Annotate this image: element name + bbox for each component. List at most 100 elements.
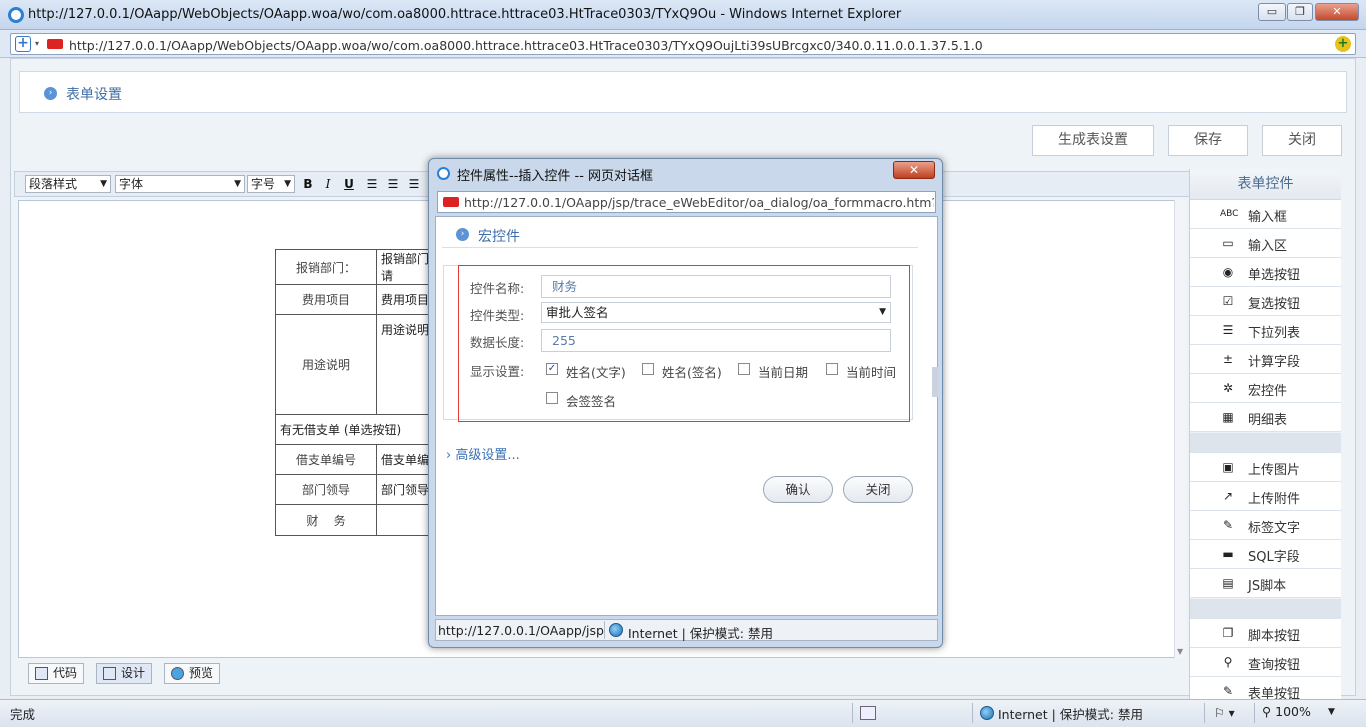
control-item[interactable]: ▬ SQL字段 <box>1190 540 1341 569</box>
site-icon <box>47 39 63 49</box>
control-item[interactable]: ↗ 上传附件 <box>1190 482 1341 511</box>
ie-logo-icon <box>8 7 24 23</box>
save-button[interactable]: 保存 <box>1168 125 1248 156</box>
dialog-section-header: › 宏控件 <box>442 222 918 248</box>
confirm-button[interactable]: 确认 <box>763 476 833 503</box>
generate-table-button[interactable]: 生成表设置 <box>1032 125 1154 156</box>
dialog-scrollbar[interactable] <box>932 367 938 397</box>
control-label: JS脚本 <box>1248 579 1287 594</box>
length-input[interactable]: 255 <box>541 329 891 352</box>
display-checkbox-label: 会签签名 <box>566 394 617 409</box>
display-checkbox[interactable] <box>826 363 838 375</box>
section-title: 表单设置 <box>66 87 122 103</box>
close-window-button[interactable]: ✕ <box>1315 3 1359 21</box>
control-icon: ❐ <box>1222 626 1234 640</box>
editor-scrollbar[interactable]: ▼ <box>1174 200 1186 658</box>
control-item[interactable]: ☑ 复选按钮 <box>1190 287 1341 316</box>
finance-label: 财 务 <box>275 504 377 536</box>
font-select[interactable]: 字体 ▼ <box>115 175 245 193</box>
control-icon: ☰ <box>1222 323 1234 337</box>
chevron-down-icon[interactable]: ▾ <box>35 39 39 48</box>
close-button[interactable]: 关闭 <box>1262 125 1342 156</box>
cost-item-label: 费用项目 <box>275 284 377 315</box>
control-label: SQL字段 <box>1248 550 1300 565</box>
leader-label: 部门领导 <box>275 474 377 505</box>
control-item[interactable]: ☰ 下拉列表 <box>1190 316 1341 345</box>
control-item[interactable]: ABC 输入框 <box>1190 200 1341 229</box>
editor-mode-tabs: 代码 设计 预览 <box>14 660 1190 686</box>
control-label: 单选按钮 <box>1248 268 1301 283</box>
dialog-close-button[interactable]: ✕ <box>893 161 935 179</box>
control-properties-dialog: 控件属性--插入控件 -- 网页对话框 ✕ http://127.0.0.1/O… <box>428 158 943 648</box>
control-label: 明细表 <box>1248 413 1288 428</box>
length-label: 数据长度: <box>470 335 525 350</box>
dialog-status-bar: http://127.0.0.1/OAapp/jsp/t Internet | … <box>435 619 938 641</box>
control-icon: ↗ <box>1222 489 1234 503</box>
control-icon: ▭ <box>1222 236 1234 250</box>
type-select[interactable]: 审批人签名 ▼ <box>541 302 891 323</box>
italic-button[interactable]: I <box>319 175 337 193</box>
chevron-down-icon[interactable]: ▼ <box>1177 647 1183 656</box>
address-url[interactable]: http://127.0.0.1/OAapp/WebObjects/OAapp.… <box>69 38 983 53</box>
globe-icon <box>171 667 184 680</box>
align-right-icon[interactable]: ☰ <box>405 175 423 193</box>
control-label: 标签文字 <box>1248 521 1301 536</box>
chevron-down-icon[interactable]: ▼ <box>1328 707 1335 717</box>
divider <box>1254 703 1255 723</box>
control-icon: ⚲ <box>1223 655 1233 669</box>
name-input[interactable]: 财务 <box>541 275 891 298</box>
advanced-settings-link[interactable]: › 高级设置... <box>446 444 520 463</box>
maximize-button[interactable]: ❐ <box>1287 3 1313 21</box>
address-field[interactable]: + ▾ http://127.0.0.1/OAapp/WebObjects/OA… <box>10 33 1356 55</box>
tab-code[interactable]: 代码 <box>28 663 85 684</box>
status-bar: 完成 Internet | 保护模式: 禁用 ⚐ ▾ ⚲ 100% ▼ <box>0 699 1366 727</box>
display-checkbox[interactable] <box>546 392 558 404</box>
ie-logo-icon <box>437 167 450 180</box>
control-icon: ± <box>1222 352 1234 366</box>
tab-preview[interactable]: 预览 <box>164 663 221 684</box>
protected-mode-icon[interactable]: ⚐ ▾ <box>1214 706 1235 720</box>
underline-button[interactable]: U <box>340 175 358 193</box>
site-icon <box>443 197 459 207</box>
control-icon: ☑ <box>1222 294 1234 308</box>
control-item[interactable]: ▦ 明细表 <box>1190 403 1341 432</box>
control-label: 下拉列表 <box>1248 326 1301 341</box>
divider <box>604 621 605 639</box>
display-label: 显示设置: <box>470 364 525 379</box>
display-checkbox[interactable] <box>738 363 750 375</box>
align-center-icon[interactable]: ☰ <box>384 175 402 193</box>
control-item[interactable]: ▣ 上传图片 <box>1190 453 1341 482</box>
tab-design[interactable]: 设计 <box>96 663 153 684</box>
dialog-section-title: 宏控件 <box>478 229 520 245</box>
display-checkbox-label: 姓名(文字) <box>566 365 626 380</box>
panel-divider <box>1190 599 1341 619</box>
control-label: 复选按钮 <box>1248 297 1301 312</box>
display-checkbox-label: 当前时间 <box>846 365 897 380</box>
control-item[interactable]: ◉ 单选按钮 <box>1190 258 1341 287</box>
control-item[interactable]: ▤ JS脚本 <box>1190 569 1341 598</box>
display-checkbox[interactable] <box>642 363 654 375</box>
control-item[interactable]: ± 计算字段 <box>1190 345 1341 374</box>
control-icon: ✲ <box>1222 381 1234 395</box>
control-label: 宏控件 <box>1248 384 1288 399</box>
control-item[interactable]: ✎ 标签文字 <box>1190 511 1341 540</box>
window-title: http://127.0.0.1/OAapp/WebObjects/OAapp.… <box>28 7 902 22</box>
zoom-level[interactable]: ⚲ 100% <box>1262 704 1311 719</box>
paragraph-style-select[interactable]: 段落样式 ▼ <box>25 175 111 193</box>
display-checkbox[interactable]: ✓ <box>546 363 558 375</box>
go-icon[interactable]: + <box>1335 36 1351 52</box>
font-size-select[interactable]: 字号 ▼ <box>247 175 295 193</box>
add-tab-icon[interactable]: + <box>15 36 31 52</box>
dialog-cancel-button[interactable]: 关闭 <box>843 476 913 503</box>
control-item[interactable]: ✲ 宏控件 <box>1190 374 1341 403</box>
chevron-down-icon: ▼ <box>284 179 291 189</box>
control-icon: ABC <box>1220 209 1239 219</box>
minimize-button[interactable]: ▭ <box>1258 3 1286 21</box>
globe-icon <box>609 623 623 637</box>
align-left-icon[interactable]: ☰ <box>363 175 381 193</box>
control-item[interactable]: ❐ 脚本按钮 <box>1190 619 1341 648</box>
bold-button[interactable]: B <box>299 175 317 193</box>
control-item[interactable]: ▭ 输入区 <box>1190 229 1341 258</box>
type-label: 控件类型: <box>470 308 525 323</box>
control-item[interactable]: ⚲ 查询按钮 <box>1190 648 1341 677</box>
